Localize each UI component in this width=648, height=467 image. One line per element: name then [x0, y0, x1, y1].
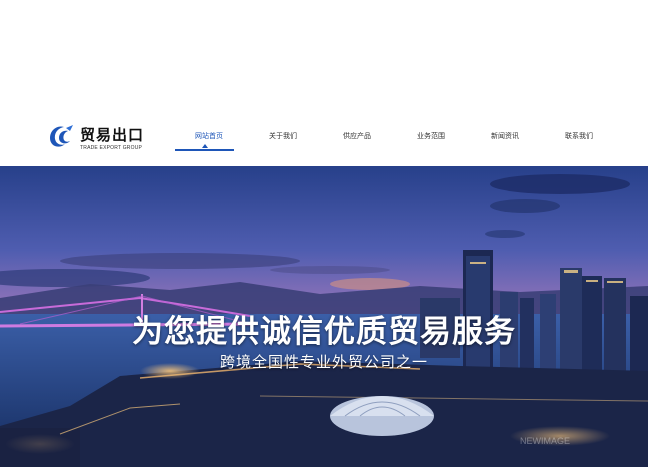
logo-swirl-icon	[50, 125, 73, 147]
nav-label: 业务范围	[417, 132, 445, 140]
nav-label: 新闻资讯	[491, 132, 519, 140]
hero-banner: 为您提供诚信优质贸易服务 跨境全国性专业外贸公司之一 NEWIMAGE	[0, 166, 648, 467]
active-underline	[175, 149, 234, 151]
main-nav: 网站首页 关于我们 供应产品 业务范围 新闻资讯 联系我们	[172, 112, 616, 166]
banner-watermark: NEWIMAGE	[520, 436, 571, 446]
nav-item-about[interactable]: 关于我们	[246, 112, 320, 166]
banner-title: 为您提供诚信优质贸易服务	[132, 314, 516, 350]
page: 贸易出口 TRADE EXPORT GROUP 网站首页 关于我们 供应产品 业…	[0, 0, 648, 467]
nav-item-products[interactable]: 供应产品	[320, 112, 394, 166]
nav-label: 关于我们	[269, 132, 297, 140]
nav-label: 供应产品	[343, 132, 371, 140]
logo-subtitle: TRADE EXPORT GROUP	[80, 145, 143, 151]
active-caret-icon	[202, 144, 208, 148]
nav-item-home[interactable]: 网站首页	[172, 112, 246, 166]
nav-label: 联系我们	[565, 132, 593, 140]
nav-label: 网站首页	[195, 132, 223, 140]
nav-item-contact[interactable]: 联系我们	[542, 112, 616, 166]
logo-title: 贸易出口	[80, 126, 145, 144]
site-logo[interactable]: 贸易出口 TRADE EXPORT GROUP	[46, 118, 156, 160]
nav-item-business[interactable]: 业务范围	[394, 112, 468, 166]
nav-item-news[interactable]: 新闻资讯	[468, 112, 542, 166]
site-header: 贸易出口 TRADE EXPORT GROUP 网站首页 关于我们 供应产品 业…	[0, 112, 648, 166]
banner-subtitle: 跨境全国性专业外贸公司之一	[220, 353, 429, 371]
